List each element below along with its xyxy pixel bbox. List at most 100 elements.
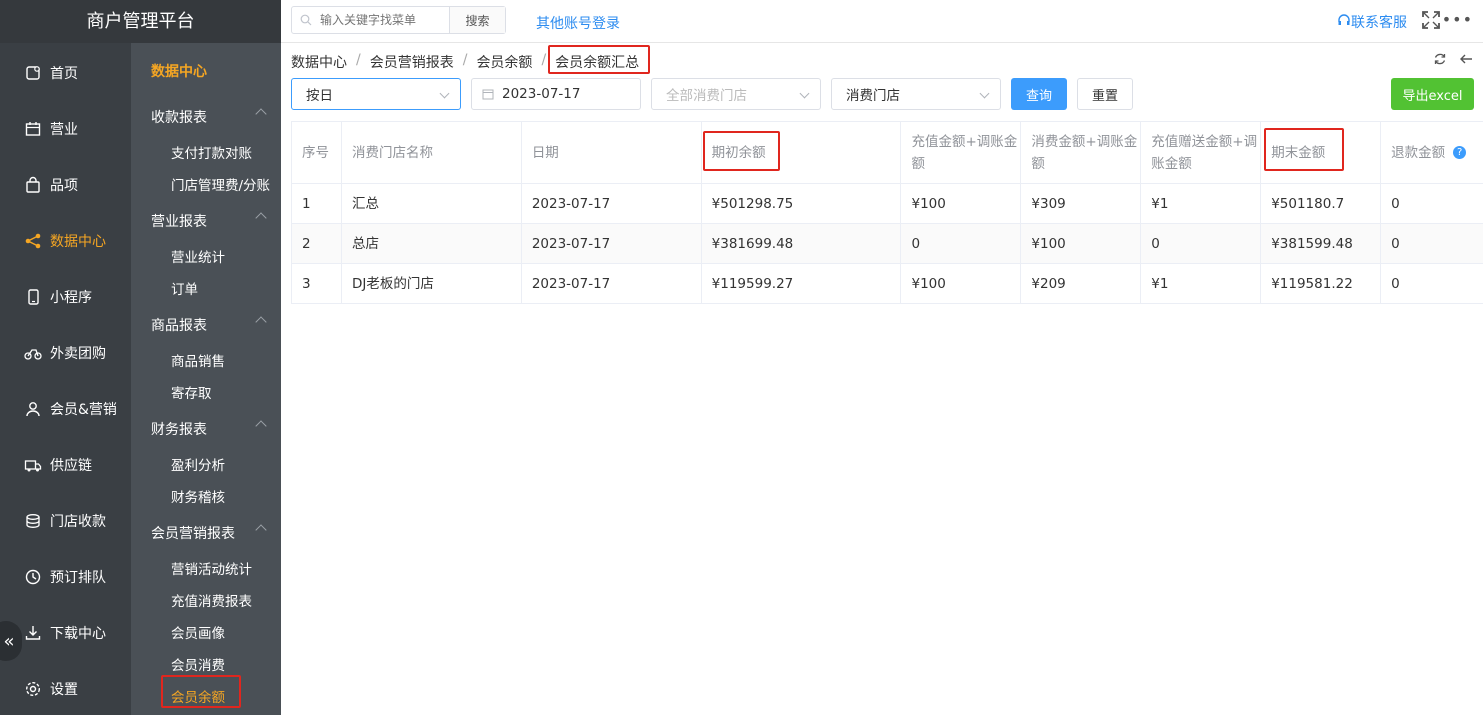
column-header: 充值金额+调账金额 — [901, 122, 1022, 183]
rail-label: 数据中心 — [50, 234, 106, 250]
subnav-item[interactable]: 盈利分析 — [171, 454, 225, 474]
period-select[interactable]: 按日 — [291, 78, 461, 110]
subnav-group-member-marketing[interactable]: 会员营销报表 — [151, 523, 271, 543]
table-cell: 2023-07-17 — [522, 264, 702, 303]
rail-item-data-center[interactable]: 数据中心 — [0, 213, 131, 269]
table-cell: 0 — [1391, 195, 1400, 212]
truck-icon — [24, 456, 42, 474]
subnav-group-label: 商品报表 — [151, 318, 207, 334]
table-cell: 0 — [901, 224, 1022, 263]
rail-label: 外卖团购 — [50, 346, 106, 362]
table-cell: ¥100 — [901, 264, 1022, 303]
subnav-item[interactable]: 营销活动统计 — [171, 558, 252, 578]
table-cell: ¥100 — [901, 184, 1022, 223]
rail-item-collection[interactable]: 门店收款 — [0, 493, 131, 549]
store-type-value: 消费门店 — [846, 88, 900, 104]
rail-item-items[interactable]: 品项 — [0, 157, 131, 213]
subnav-item-active[interactable]: 会员余额 — [171, 686, 225, 706]
table-cell: ¥309 — [1021, 184, 1142, 223]
subnav-group-collection[interactable]: 收款报表 — [151, 107, 271, 127]
chevron-up-icon — [255, 420, 267, 432]
rail-item-business[interactable]: 营业 — [0, 101, 131, 157]
table-cell: ¥119581.22 — [1261, 264, 1382, 303]
subnav-group-goods[interactable]: 商品报表 — [151, 315, 271, 335]
balance-table: 序号 消费门店名称 日期 期初余额 充值金额+调账金额 消费金额+调账金额 充值… — [291, 121, 1483, 304]
headset-icon — [1337, 13, 1351, 31]
store-type-select[interactable]: 消费门店 — [831, 78, 1001, 110]
search-button[interactable]: 搜索 — [449, 7, 505, 33]
table-cell: 2023-07-17 — [522, 184, 702, 223]
sub-sidebar: 数据中心 收款报表 支付打款对账 门店管理费/分账 营业报表 营业统计 订单 商… — [131, 43, 281, 715]
table-header-row: 序号 消费门店名称 日期 期初余额 充值金额+调账金额 消费金额+调账金额 充值… — [292, 122, 1483, 184]
search-input[interactable] — [320, 7, 449, 33]
rail-item-settings[interactable]: 设置 — [0, 661, 131, 717]
subnav-item[interactable]: 财务稽核 — [171, 486, 225, 506]
subnav-group-finance[interactable]: 财务报表 — [151, 419, 271, 439]
subnav-item[interactable]: 营业统计 — [171, 246, 225, 266]
rail-item-reservation[interactable]: 预订排队 — [0, 549, 131, 605]
more-options-icon[interactable]: ••• — [1442, 10, 1473, 29]
subnav-item[interactable]: 订单 — [171, 278, 198, 298]
other-login-link[interactable]: 其他账号登录 — [536, 13, 620, 33]
rail-label: 设置 — [50, 682, 78, 698]
column-header: 消费门店名称 — [342, 122, 522, 183]
rail-label: 供应链 — [50, 458, 92, 474]
app-title: 商户管理平台 — [0, 0, 281, 43]
table-cell: ¥381599.48 — [1261, 224, 1382, 263]
subnav-item[interactable]: 门店管理费/分账 — [171, 174, 270, 194]
chevron-down-icon — [979, 88, 990, 99]
table-row[interactable]: 3 DJ老板的门店 2023-07-17 ¥119599.27 ¥100 ¥20… — [292, 264, 1483, 304]
table-cell: 0 — [1391, 275, 1400, 292]
subnav-item[interactable]: 支付打款对账 — [171, 142, 252, 162]
chevron-down-icon — [439, 88, 450, 99]
subnav-item[interactable]: 会员画像 — [171, 622, 225, 642]
chevron-up-icon — [255, 108, 267, 120]
rail-item-member[interactable]: 会员&营销 — [0, 381, 131, 437]
table-cell: ¥209 — [1021, 264, 1142, 303]
rail-label: 预订排队 — [50, 570, 106, 586]
table-cell: ¥501180.7 — [1261, 184, 1382, 223]
main-sidebar: 首页 营业 品项 数据中心 小程序 外卖团购 会员&营销 供应链 门店收款 预订… — [0, 0, 131, 715]
column-header: 序号 — [292, 122, 342, 183]
subnav-group-business[interactable]: 营业报表 — [151, 211, 271, 231]
query-button[interactable]: 查询 — [1011, 78, 1067, 110]
rail-label: 会员&营销 — [50, 402, 117, 418]
bag-icon — [24, 176, 42, 194]
rail-label: 小程序 — [50, 290, 92, 306]
subnav-group-label: 会员营销报表 — [151, 526, 235, 542]
fullscreen-icon[interactable] — [1421, 10, 1441, 30]
rail-item-supply[interactable]: 供应链 — [0, 437, 131, 493]
subnav-item[interactable]: 会员消费 — [171, 654, 225, 674]
rail-label: 首页 — [50, 66, 78, 82]
rail-item-home[interactable]: 首页 — [0, 45, 131, 101]
user-icon — [24, 400, 42, 418]
subnav-item[interactable]: 充值消费报表 — [171, 590, 252, 610]
gear-icon — [24, 680, 42, 698]
store-select[interactable]: 全部消费门店 — [651, 78, 821, 110]
date-picker[interactable]: 2023-07-17 — [471, 78, 641, 110]
column-header: 充值赠送金额+调账金额 — [1141, 122, 1262, 183]
share-icon — [24, 232, 42, 250]
menu-search: 搜索 — [291, 6, 506, 34]
coins-icon — [24, 512, 42, 530]
subnav-item[interactable]: 商品销售 — [171, 350, 225, 370]
table-row[interactable]: 2 总店 2023-07-17 ¥381699.48 0 ¥100 0 ¥381… — [292, 224, 1483, 264]
refresh-icon[interactable] — [1433, 52, 1447, 70]
reset-button[interactable]: 重置 — [1077, 78, 1133, 110]
export-excel-button[interactable]: 导出excel — [1391, 78, 1474, 110]
chevron-up-icon — [255, 212, 267, 224]
rail-item-miniprogram[interactable]: 小程序 — [0, 269, 131, 325]
rail-label: 品项 — [50, 178, 78, 194]
breadcrumb-item[interactable]: 会员营销报表 — [370, 52, 454, 72]
rail-label: 下载中心 — [50, 626, 106, 642]
breadcrumb-item[interactable]: 数据中心 — [291, 52, 347, 72]
help-icon[interactable]: ? — [1453, 146, 1467, 159]
breadcrumb-item[interactable]: 会员余额 — [476, 52, 532, 72]
subnav-title: 数据中心 — [151, 64, 207, 80]
rail-item-delivery[interactable]: 外卖团购 — [0, 325, 131, 381]
back-arrow-icon[interactable] — [1459, 52, 1473, 70]
subnav-item[interactable]: 寄存取 — [171, 382, 212, 402]
contact-service-link[interactable]: 联系客服 — [1337, 12, 1407, 32]
table-row[interactable]: 1 汇总 2023-07-17 ¥501298.75 ¥100 ¥309 ¥1 … — [292, 184, 1483, 224]
store-select-placeholder: 全部消费门店 — [666, 88, 747, 104]
